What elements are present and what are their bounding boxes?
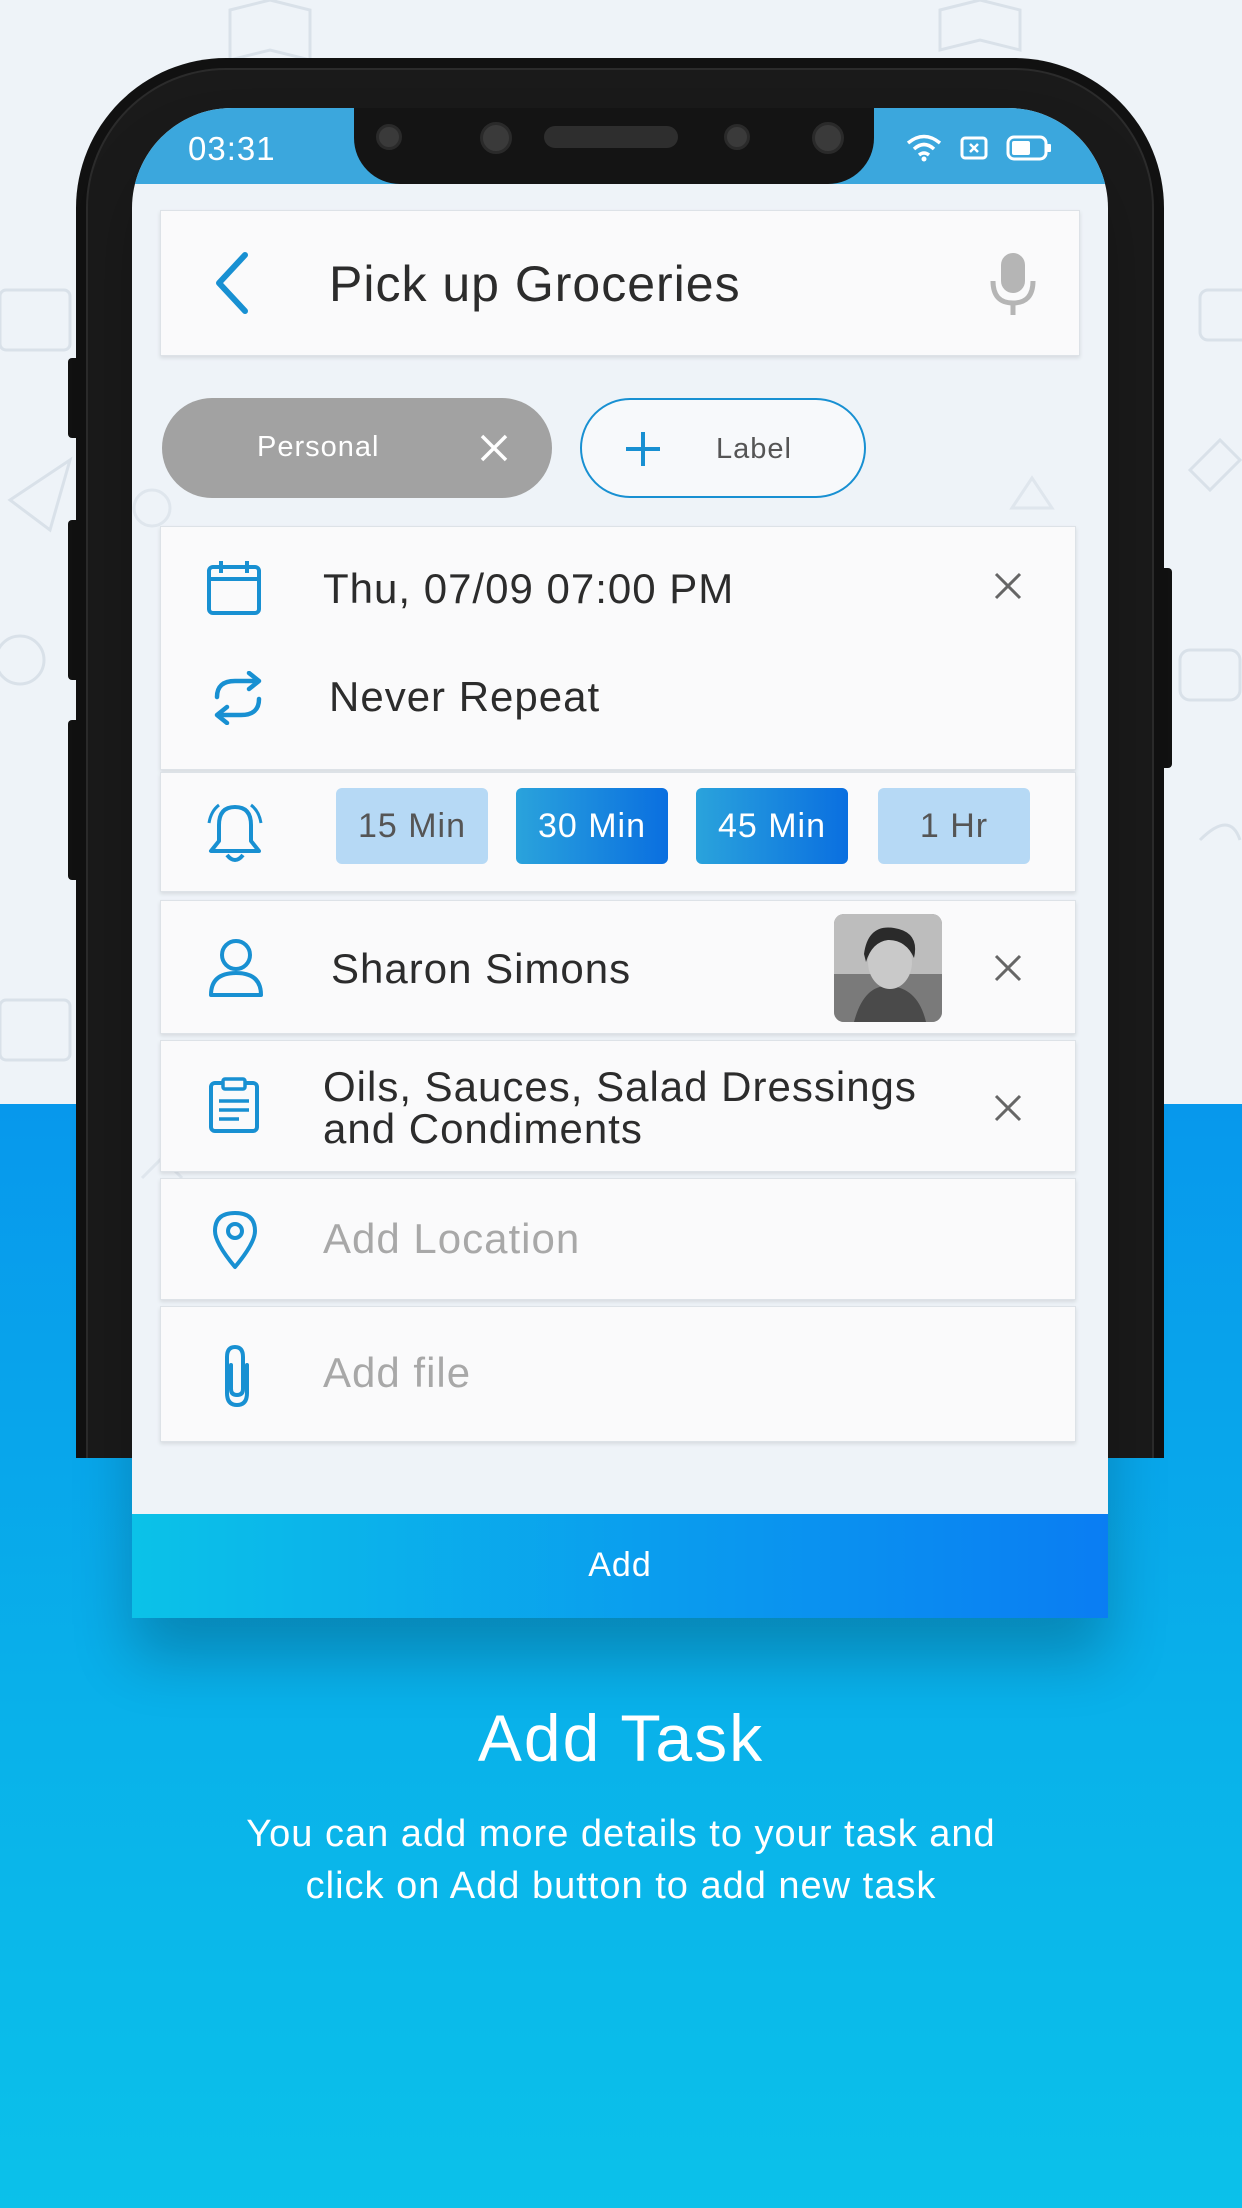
- label-chip-personal[interactable]: Personal: [162, 398, 552, 498]
- add-label-text: Label: [716, 433, 792, 465]
- add-file-field[interactable]: Add file: [323, 1349, 471, 1397]
- avatar: [834, 914, 942, 1022]
- label-chip-text: Personal: [257, 431, 380, 463]
- close-icon[interactable]: [478, 432, 510, 464]
- back-arrow-icon[interactable]: [213, 251, 253, 315]
- promo-description-line-1: You can add more details to your task an…: [246, 1813, 996, 1855]
- promo-description-line-2: click on Add button to add new task: [305, 1865, 937, 1907]
- microphone-icon[interactable]: [987, 251, 1039, 319]
- close-icon[interactable]: [993, 571, 1023, 601]
- note-card: Oils, Sauces, Salad Dressings and Condim…: [160, 1040, 1076, 1172]
- phone-volume-down-button: [68, 720, 80, 880]
- close-icon[interactable]: [993, 953, 1023, 983]
- location-pin-icon: [213, 1211, 257, 1269]
- camera-lens: [724, 124, 750, 150]
- calendar-icon: [207, 561, 261, 615]
- add-button-label: Add: [588, 1546, 652, 1584]
- plus-icon: [626, 432, 660, 466]
- person-icon: [209, 939, 263, 997]
- promo-headline: Add Task: [477, 1701, 765, 1775]
- status-icons: [906, 134, 1052, 162]
- status-bar: 03:31: [132, 108, 1108, 184]
- add-button[interactable]: Add: [132, 1514, 1108, 1618]
- reminder-option-30-min[interactable]: 30 Min: [516, 788, 668, 864]
- add-location-field[interactable]: Add Location: [323, 1215, 580, 1263]
- earpiece-speaker: [544, 126, 678, 148]
- bell-icon: [207, 803, 263, 862]
- paperclip-icon: [225, 1344, 249, 1408]
- task-title-card: Pick up Groceries: [160, 210, 1080, 356]
- phone-power-button: [1160, 568, 1172, 768]
- camera-lens: [376, 124, 402, 150]
- battery-icon: [1006, 135, 1051, 161]
- reminder-option-45-min[interactable]: 45 Min: [696, 788, 848, 864]
- assignee-name[interactable]: Sharon Simons: [331, 945, 631, 993]
- notes-icon: [209, 1077, 259, 1133]
- add-label-button[interactable]: Label: [580, 398, 866, 498]
- file-card[interactable]: Add file: [160, 1306, 1076, 1442]
- repeat-setting[interactable]: Never Repeat: [329, 673, 600, 721]
- wifi-icon: [906, 134, 942, 162]
- task-title[interactable]: Pick up Groceries: [329, 255, 741, 313]
- location-card[interactable]: Add Location: [160, 1178, 1076, 1300]
- reminder-option-15-min[interactable]: 15 Min: [336, 788, 488, 864]
- reminder-option-1-hr[interactable]: 1 Hr: [878, 788, 1030, 864]
- status-time: 03:31: [188, 130, 276, 167]
- promo-description: You can add more details to your task an…: [100, 1808, 1142, 1912]
- camera-lens: [812, 122, 844, 154]
- due-datetime[interactable]: Thu, 07/09 07:00 PM: [323, 565, 734, 613]
- app-screen: 03:31 Pick up Groceries Personal Label T…: [132, 108, 1108, 1618]
- schedule-card: Thu, 07/09 07:00 PM Never Repeat: [160, 526, 1076, 770]
- phone-volume-up-button: [68, 520, 80, 680]
- phone-side-button: [68, 358, 80, 438]
- sim-icon: [960, 136, 988, 160]
- note-line-2[interactable]: and Condiments: [323, 1105, 643, 1153]
- avatar-photo: [834, 914, 942, 1022]
- camera-notch: [354, 108, 874, 184]
- repeat-icon: [214, 671, 262, 725]
- note-line-1[interactable]: Oils, Sauces, Salad Dressings: [323, 1063, 917, 1111]
- close-icon[interactable]: [993, 1093, 1023, 1123]
- camera-lens: [480, 122, 512, 154]
